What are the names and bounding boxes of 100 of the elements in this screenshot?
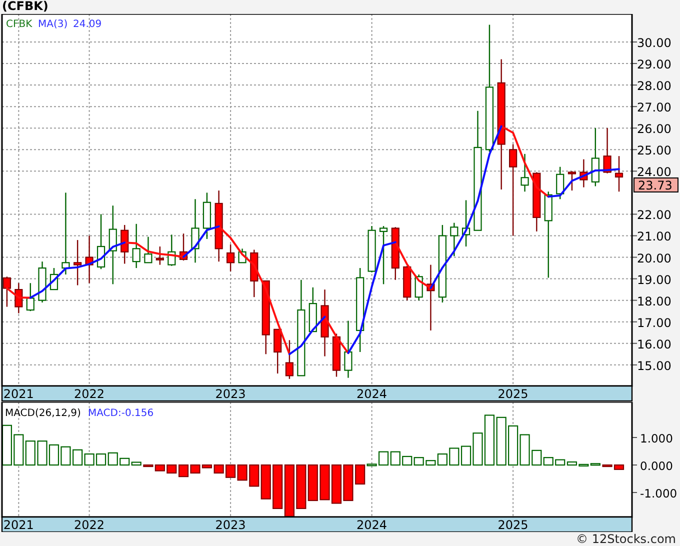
candlestick <box>85 236 94 284</box>
candlestick <box>191 199 200 263</box>
axis-label: 26.00 <box>637 122 672 136</box>
histogram-bar <box>72 449 83 466</box>
year-label: 2021 <box>3 387 34 401</box>
histogram-bar <box>108 452 118 466</box>
candlestick <box>379 226 388 284</box>
year-label: 2024 <box>356 387 388 401</box>
histogram-bar <box>343 464 354 502</box>
axis-label: 25.00 <box>637 144 672 158</box>
histogram-bar <box>14 434 24 466</box>
axis-label: 16.00 <box>637 337 672 352</box>
histogram-bar <box>390 451 400 466</box>
candlestick <box>274 328 282 374</box>
candlestick <box>226 244 235 272</box>
candlestick <box>332 334 341 377</box>
axis-label: 30.00 <box>637 36 672 50</box>
histogram-bar <box>320 464 330 500</box>
histogram-bar <box>60 446 71 466</box>
candlestick <box>144 236 152 264</box>
candlestick <box>132 224 140 268</box>
candlestick <box>96 214 106 270</box>
histogram-bar <box>284 464 294 517</box>
axis-label: -1.000 <box>640 486 678 501</box>
axis-label: 24.00 <box>637 165 672 180</box>
legend-value: MACD:-0.156 <box>88 408 154 419</box>
candlestick <box>308 287 317 332</box>
candlestick <box>250 250 258 298</box>
candlestick <box>520 154 529 192</box>
candlestick <box>426 264 435 330</box>
year-label: 2022 <box>74 387 105 401</box>
year-label: 2023 <box>215 387 246 401</box>
histogram-bar <box>402 456 412 466</box>
chart-title: (CFBK) <box>1 0 48 13</box>
candlestick <box>580 159 588 188</box>
axis-label: 15.00 <box>637 358 672 373</box>
histogram-bar <box>296 464 306 510</box>
histogram-bar <box>272 464 283 510</box>
histogram-bar <box>414 457 424 466</box>
year-label: 2021 <box>3 518 34 532</box>
candlestick <box>14 283 23 314</box>
candlestick <box>344 320 352 378</box>
histogram-bar <box>226 464 236 478</box>
histogram-bar <box>48 444 60 466</box>
axis-label: 28.00 <box>637 79 672 94</box>
candlestick <box>74 240 82 286</box>
histogram-bar <box>25 440 36 466</box>
candlestick <box>568 171 576 191</box>
axis-label: 20.00 <box>637 251 672 266</box>
legend-indicator: MACD(26,12,9) <box>5 408 81 419</box>
axis-label: 29.00 <box>637 58 672 72</box>
candlestick <box>120 224 129 264</box>
year-label: 2024 <box>356 518 388 532</box>
candlestick <box>414 274 423 300</box>
axis-label: 0.000 <box>640 459 673 473</box>
price-tag: 23.73 <box>634 177 678 192</box>
candlestick <box>614 156 624 192</box>
candlestick <box>238 248 246 264</box>
histogram-bar <box>449 448 460 466</box>
candlestick <box>179 234 188 260</box>
histogram-bar <box>96 453 106 466</box>
histogram-bar <box>496 416 506 466</box>
candlestick <box>591 128 600 186</box>
histogram-bar <box>237 464 248 481</box>
year-label: 2025 <box>498 518 528 532</box>
candlestick <box>156 246 164 265</box>
candlestick <box>603 128 612 174</box>
histogram-bar <box>84 453 94 466</box>
year-label: 2025 <box>498 387 528 401</box>
legend-symbol: CFBK <box>6 19 32 30</box>
year-label: 2023 <box>215 518 246 532</box>
histogram-bar <box>37 440 48 466</box>
candlestick <box>285 340 294 379</box>
candlestick <box>391 227 400 280</box>
copyright-text: © 12Stocks.com <box>576 532 676 546</box>
axis-label: 27.00 <box>637 100 672 115</box>
histogram-bar <box>508 425 518 466</box>
histogram-bar <box>178 464 189 478</box>
histogram-bar <box>308 464 318 502</box>
candlestick <box>2 276 11 307</box>
candlestick <box>50 268 58 290</box>
candlestick <box>368 226 376 272</box>
candlestick <box>462 200 470 246</box>
candlestick <box>532 172 541 232</box>
candlestick <box>556 166 564 200</box>
axis-label: 22.00 <box>637 208 672 222</box>
histogram-bar <box>166 464 177 474</box>
candlestick <box>403 266 412 300</box>
axis-label: 1.000 <box>640 432 673 446</box>
histogram-bar <box>520 434 530 466</box>
axis-label: 17.00 <box>637 316 672 330</box>
candlestick <box>202 192 212 239</box>
axis-label: 19.00 <box>637 272 672 287</box>
legend-indicator: MA(3) <box>38 19 68 30</box>
histogram-bar <box>331 464 342 504</box>
axis-label: 21.00 <box>637 230 672 244</box>
axis-label: 18.00 <box>637 294 672 308</box>
candlestick <box>450 222 458 256</box>
year-label: 2022 <box>74 518 105 532</box>
candlestick <box>168 234 176 266</box>
